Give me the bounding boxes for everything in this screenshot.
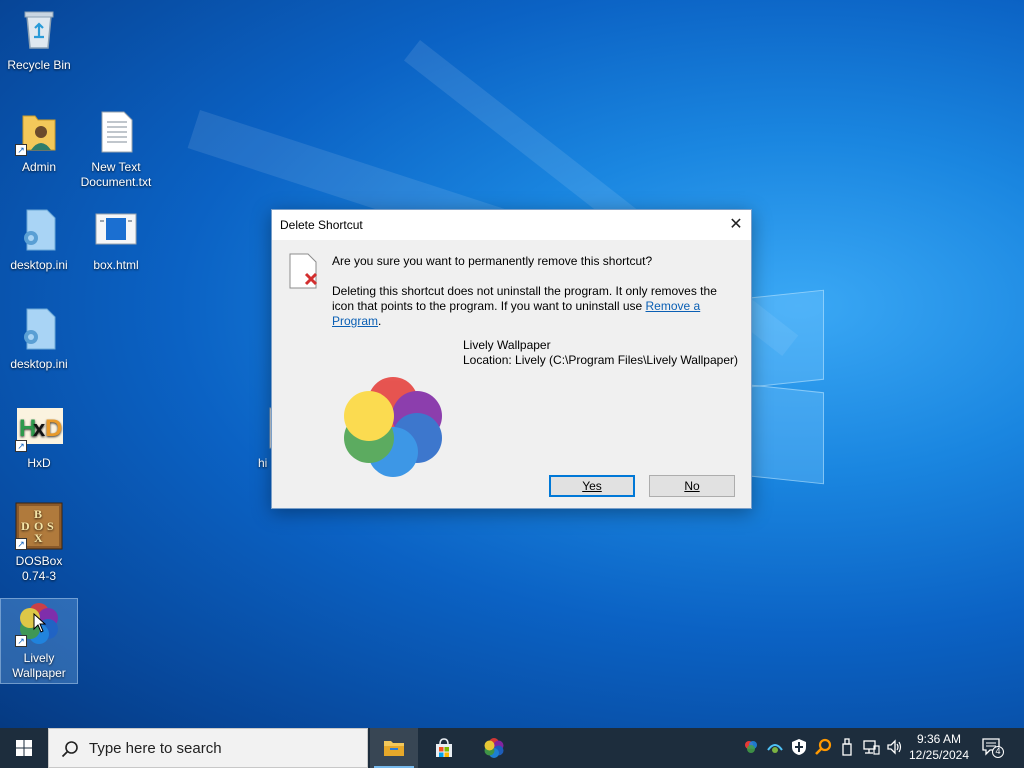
wallpaper-windows-logo [742, 288, 824, 485]
dosbox-app-icon: B D O S X ↗ [15, 502, 63, 550]
search-box[interactable]: Type here to search [48, 728, 368, 768]
desktop-icon-hxd[interactable]: H x D ↗ HxD [1, 404, 77, 471]
dialog-description: Deleting this shortcut does not uninstal… [332, 284, 732, 329]
taskbar-lively-wallpaper[interactable] [470, 728, 518, 768]
desktop-icon-label: New Text Document.txt [80, 160, 152, 189]
svg-text:S: S [47, 519, 54, 533]
lively-wallpaper-icon: ↗ [15, 599, 63, 647]
clock-time: 9:36 AM [916, 732, 962, 746]
recycle-bin-icon [15, 6, 63, 54]
settings-file-icon [15, 206, 63, 254]
desktop-icon-new-text-document[interactable]: New Text Document.txt [78, 108, 154, 190]
desktop-icon-label: desktop.ini [10, 258, 68, 272]
dialog-title: Delete Shortcut [280, 218, 363, 232]
user-folder-icon: ↗ [15, 108, 63, 156]
program-name: Lively Wallpaper [463, 338, 551, 352]
notification-count: 4 [995, 746, 1001, 756]
text-file-icon [92, 108, 140, 156]
mouse-cursor-icon [33, 613, 47, 633]
taskbar: Type here to search 9:36 AM 12/25/2024 4 [0, 728, 1024, 768]
notification-center-button[interactable]: 4 [982, 738, 1004, 758]
desktop-icon-admin[interactable]: ↗ Admin [1, 108, 77, 175]
search-placeholder: Type here to search [89, 740, 222, 757]
delete-file-icon [289, 253, 318, 289]
svg-text:D: D [21, 519, 30, 533]
shortcut-arrow-icon: ↗ [15, 440, 27, 452]
desktop-icon-lively-wallpaper[interactable]: ↗ Lively Wallpaper [0, 598, 78, 684]
desktop-icon-label: desktop.ini [10, 357, 68, 371]
taskbar-file-explorer[interactable] [370, 728, 418, 768]
desktop-icon-label: Recycle Bin [7, 58, 71, 72]
windows-logo-icon [16, 740, 32, 756]
description-end: . [378, 314, 382, 328]
search-icon [61, 741, 78, 758]
svg-text:X: X [34, 531, 43, 545]
shortcut-arrow-icon: ↗ [15, 144, 27, 156]
no-button[interactable]: No [649, 475, 735, 497]
svg-text:D: D [45, 415, 62, 442]
settings-file-icon [15, 305, 63, 353]
desktop[interactable]: Recycle Bin ↗ Admin New Text Document.tx… [0, 0, 1024, 728]
lively-wallpaper-icon [484, 738, 504, 758]
lively-wallpaper-program-icon [344, 377, 442, 477]
shortcut-arrow-icon: ↗ [15, 538, 27, 550]
tray-lively-icon[interactable] [742, 738, 760, 756]
clock-date: 12/25/2024 [908, 748, 970, 762]
desktop-icon-label: box.html [93, 258, 139, 272]
network-icon[interactable] [862, 738, 880, 756]
confirm-question: Are you sure you want to permanently rem… [332, 254, 653, 268]
tray-security-shield-icon[interactable] [790, 738, 808, 756]
usb-drive-icon[interactable] [838, 738, 856, 756]
desktop-icon-desktop-ini[interactable]: desktop.ini [1, 305, 77, 372]
desktop-icon-label: Lively Wallpaper [12, 651, 66, 680]
yes-button[interactable]: Yes [549, 475, 635, 497]
desktop-icon-recycle-bin[interactable]: Recycle Bin [1, 6, 77, 73]
program-location: Location: Lively (C:\Program Files\Livel… [463, 353, 738, 367]
desktop-icon-label: HxD [27, 456, 51, 470]
html-file-icon [92, 206, 140, 254]
delete-shortcut-dialog: Delete Shortcut ✕ Are you sure you want … [271, 209, 752, 509]
tray-network-share-icon[interactable] [766, 738, 784, 756]
desktop-icon-box-html[interactable]: box.html [78, 206, 154, 273]
desktop-icon-dosbox[interactable]: B D O S X ↗ DOSBox 0.74-3 [1, 502, 77, 584]
close-button[interactable]: ✕ [721, 210, 751, 240]
store-icon [436, 738, 452, 757]
yes-button-label: Yes [582, 479, 602, 493]
tray-search-tool-icon[interactable] [814, 738, 832, 756]
hxd-app-icon: H x D ↗ [15, 404, 63, 452]
volume-icon[interactable] [886, 738, 904, 756]
shortcut-arrow-icon: ↗ [15, 635, 27, 647]
start-button[interactable] [0, 728, 48, 768]
dialog-titlebar[interactable]: Delete Shortcut ✕ [272, 210, 751, 240]
taskbar-microsoft-store[interactable] [420, 728, 468, 768]
desktop-icon-desktop-ini[interactable]: desktop.ini [1, 206, 77, 273]
clock[interactable]: 9:36 AM 12/25/2024 [904, 731, 974, 763]
no-button-label: No [684, 479, 700, 493]
desktop-icon-label: Admin [21, 160, 56, 174]
desktop-icon-label: DOSBox 0.74-3 [15, 554, 63, 583]
file-explorer-icon [384, 741, 404, 756]
